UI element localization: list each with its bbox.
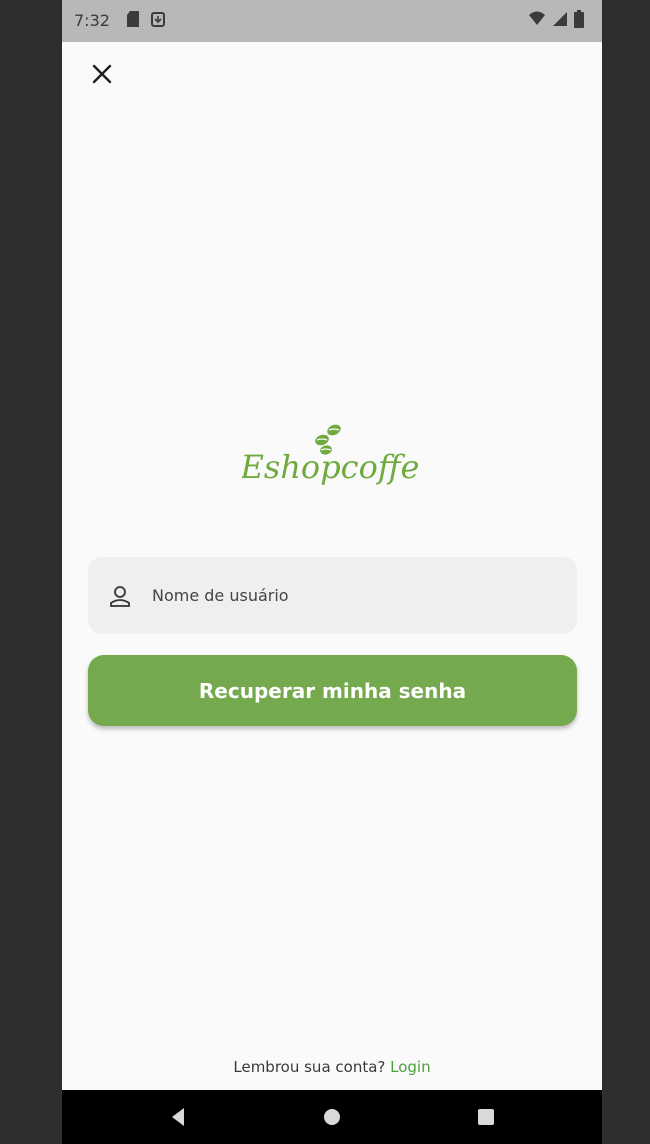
- login-link[interactable]: Login: [390, 1058, 430, 1076]
- user-icon: [110, 585, 130, 607]
- username-input[interactable]: [150, 585, 554, 606]
- status-left-icons: [126, 10, 166, 28]
- footer-prompt: Lembrou sua conta?: [233, 1058, 391, 1076]
- footer: Lembrou sua conta? Login: [62, 1058, 602, 1076]
- logo-text: Eshopcoffe: [242, 448, 419, 486]
- signal-icon: [553, 12, 567, 26]
- close-button[interactable]: [88, 60, 116, 88]
- username-field[interactable]: [88, 557, 577, 634]
- home-button[interactable]: [320, 1105, 344, 1129]
- status-bar: 7:32: [62, 0, 602, 42]
- status-right-icons: [528, 10, 584, 28]
- home-icon: [324, 1109, 340, 1125]
- battery-icon: [574, 10, 584, 28]
- system-nav-bar: [62, 1090, 602, 1144]
- download-box-icon: [151, 12, 165, 27]
- recents-icon: [478, 1109, 494, 1125]
- wifi-icon: [529, 11, 545, 25]
- status-time: 7:32: [74, 11, 110, 30]
- app-logo: Eshopcoffe: [240, 414, 422, 524]
- sd-card-icon: [127, 11, 139, 27]
- close-icon: [92, 64, 112, 84]
- back-icon: [172, 1108, 184, 1126]
- back-button[interactable]: [166, 1105, 190, 1129]
- app-screen: 7:32 Eshopcoffe Nome de usuário Recupera…: [62, 0, 602, 1144]
- recover-password-button[interactable]: Recuperar minha senha: [88, 655, 577, 726]
- recents-button[interactable]: [474, 1105, 498, 1129]
